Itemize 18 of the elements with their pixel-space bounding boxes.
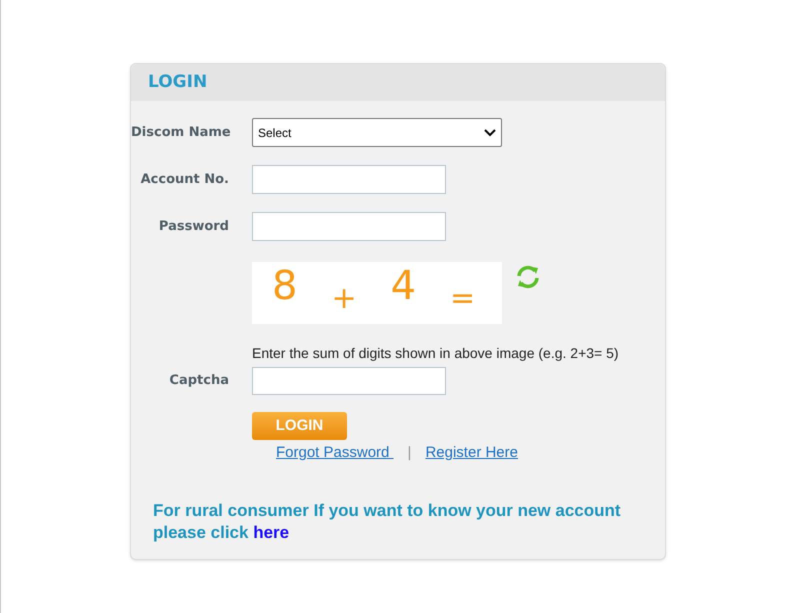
password-field[interactable]	[252, 212, 446, 241]
field-label: Password	[158, 218, 229, 236]
captcha-image: 8 + 4 =	[252, 262, 502, 324]
refresh-icon[interactable]	[515, 264, 541, 290]
discom-select[interactable]: Select	[252, 118, 502, 147]
here-link[interactable]: here	[253, 522, 290, 542]
link-separator: |	[408, 443, 412, 463]
field-label: Discom Name	[131, 124, 229, 142]
forgot-password-link[interactable]: Forgot Password	[276, 442, 394, 464]
captcha-hint: Enter the sum of digits shown in above image (e.g. 2+3= 5)	[252, 345, 619, 361]
field-label: Account No.	[140, 170, 229, 189]
chevron-down-icon	[484, 128, 496, 136]
register-link[interactable]: Register Here	[425, 442, 518, 464]
account-field[interactable]	[252, 165, 446, 194]
field-label: Captcha	[168, 372, 229, 390]
rural-note: For rural consumer If you want to know your new account please click here	[152, 500, 622, 544]
panel-title: LOGIN	[148, 70, 208, 94]
captcha-field[interactable]	[252, 367, 446, 395]
